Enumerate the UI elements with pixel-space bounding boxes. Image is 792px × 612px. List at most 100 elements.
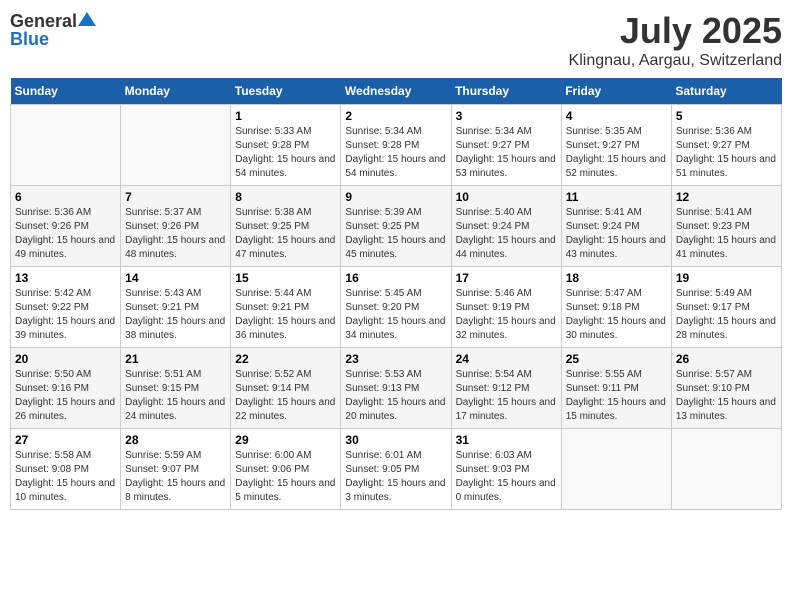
day-info: Sunrise: 5:59 AM Sunset: 9:07 PM Dayligh… — [125, 449, 226, 505]
daylight-text: Daylight: 15 hours and 48 minutes. — [125, 235, 225, 260]
day-info: Sunrise: 5:55 AM Sunset: 9:11 PM Dayligh… — [566, 368, 667, 424]
calendar-cell: 3 Sunrise: 5:34 AM Sunset: 9:27 PM Dayli… — [451, 105, 561, 186]
sunset-text: Sunset: 9:25 PM — [345, 221, 419, 232]
day-info: Sunrise: 5:57 AM Sunset: 9:10 PM Dayligh… — [676, 368, 777, 424]
daylight-text: Daylight: 15 hours and 10 minutes. — [15, 478, 115, 503]
day-info: Sunrise: 5:42 AM Sunset: 9:22 PM Dayligh… — [15, 287, 116, 343]
day-number: 10 — [456, 190, 557, 204]
logo-blue-text: Blue — [10, 29, 49, 50]
sunrise-text: Sunrise: 5:42 AM — [15, 288, 91, 299]
sunrise-text: Sunrise: 5:49 AM — [676, 288, 752, 299]
sunset-text: Sunset: 9:26 PM — [125, 221, 199, 232]
day-number: 31 — [456, 433, 557, 447]
day-number: 7 — [125, 190, 226, 204]
day-info: Sunrise: 5:51 AM Sunset: 9:15 PM Dayligh… — [125, 368, 226, 424]
sunrise-text: Sunrise: 5:36 AM — [15, 207, 91, 218]
sunrise-text: Sunrise: 5:55 AM — [566, 369, 642, 380]
day-info: Sunrise: 6:00 AM Sunset: 9:06 PM Dayligh… — [235, 449, 336, 505]
calendar-cell — [11, 105, 121, 186]
sunrise-text: Sunrise: 5:37 AM — [125, 207, 201, 218]
calendar-cell: 11 Sunrise: 5:41 AM Sunset: 9:24 PM Dayl… — [561, 186, 671, 267]
sunrise-text: Sunrise: 5:51 AM — [125, 369, 201, 380]
day-number: 12 — [676, 190, 777, 204]
sunset-text: Sunset: 9:27 PM — [676, 140, 750, 151]
calendar-cell: 22 Sunrise: 5:52 AM Sunset: 9:14 PM Dayl… — [231, 348, 341, 429]
day-info: Sunrise: 5:50 AM Sunset: 9:16 PM Dayligh… — [15, 368, 116, 424]
sunrise-text: Sunrise: 5:44 AM — [235, 288, 311, 299]
sunrise-text: Sunrise: 5:45 AM — [345, 288, 421, 299]
calendar-cell: 28 Sunrise: 5:59 AM Sunset: 9:07 PM Dayl… — [121, 429, 231, 510]
sunset-text: Sunset: 9:10 PM — [676, 383, 750, 394]
daylight-text: Daylight: 15 hours and 41 minutes. — [676, 235, 776, 260]
sunset-text: Sunset: 9:05 PM — [345, 464, 419, 475]
sunset-text: Sunset: 9:24 PM — [566, 221, 640, 232]
calendar-week-row: 6 Sunrise: 5:36 AM Sunset: 9:26 PM Dayli… — [11, 186, 782, 267]
calendar-cell: 15 Sunrise: 5:44 AM Sunset: 9:21 PM Dayl… — [231, 267, 341, 348]
day-number: 21 — [125, 352, 226, 366]
sunset-text: Sunset: 9:19 PM — [456, 302, 530, 313]
sunrise-text: Sunrise: 5:57 AM — [676, 369, 752, 380]
calendar-week-row: 13 Sunrise: 5:42 AM Sunset: 9:22 PM Dayl… — [11, 267, 782, 348]
day-number: 29 — [235, 433, 336, 447]
calendar-cell: 18 Sunrise: 5:47 AM Sunset: 9:18 PM Dayl… — [561, 267, 671, 348]
sunset-text: Sunset: 9:06 PM — [235, 464, 309, 475]
calendar-cell: 8 Sunrise: 5:38 AM Sunset: 9:25 PM Dayli… — [231, 186, 341, 267]
day-number: 22 — [235, 352, 336, 366]
sunset-text: Sunset: 9:20 PM — [345, 302, 419, 313]
daylight-text: Daylight: 15 hours and 47 minutes. — [235, 235, 335, 260]
sunrise-text: Sunrise: 5:59 AM — [125, 450, 201, 461]
daylight-text: Daylight: 15 hours and 39 minutes. — [15, 316, 115, 341]
daylight-text: Daylight: 15 hours and 44 minutes. — [456, 235, 556, 260]
day-number: 16 — [345, 271, 446, 285]
sunset-text: Sunset: 9:27 PM — [456, 140, 530, 151]
calendar-week-row: 20 Sunrise: 5:50 AM Sunset: 9:16 PM Dayl… — [11, 348, 782, 429]
day-info: Sunrise: 5:34 AM Sunset: 9:27 PM Dayligh… — [456, 125, 557, 181]
sunset-text: Sunset: 9:28 PM — [345, 140, 419, 151]
sunset-text: Sunset: 9:24 PM — [456, 221, 530, 232]
day-info: Sunrise: 5:36 AM Sunset: 9:26 PM Dayligh… — [15, 206, 116, 262]
daylight-text: Daylight: 15 hours and 34 minutes. — [345, 316, 445, 341]
day-number: 27 — [15, 433, 116, 447]
calendar-cell: 1 Sunrise: 5:33 AM Sunset: 9:28 PM Dayli… — [231, 105, 341, 186]
day-number: 14 — [125, 271, 226, 285]
calendar-cell: 31 Sunrise: 6:03 AM Sunset: 9:03 PM Dayl… — [451, 429, 561, 510]
sunset-text: Sunset: 9:28 PM — [235, 140, 309, 151]
sunset-text: Sunset: 9:12 PM — [456, 383, 530, 394]
calendar-cell: 23 Sunrise: 5:53 AM Sunset: 9:13 PM Dayl… — [341, 348, 451, 429]
calendar-cell: 7 Sunrise: 5:37 AM Sunset: 9:26 PM Dayli… — [121, 186, 231, 267]
day-info: Sunrise: 5:45 AM Sunset: 9:20 PM Dayligh… — [345, 287, 446, 343]
calendar-cell — [121, 105, 231, 186]
day-info: Sunrise: 5:49 AM Sunset: 9:17 PM Dayligh… — [676, 287, 777, 343]
logo: General Blue — [10, 10, 97, 50]
sunrise-text: Sunrise: 5:33 AM — [235, 126, 311, 137]
day-info: Sunrise: 5:34 AM Sunset: 9:28 PM Dayligh… — [345, 125, 446, 181]
calendar-cell: 14 Sunrise: 5:43 AM Sunset: 9:21 PM Dayl… — [121, 267, 231, 348]
sunset-text: Sunset: 9:11 PM — [566, 383, 639, 394]
daylight-text: Daylight: 15 hours and 15 minutes. — [566, 397, 666, 422]
day-number: 30 — [345, 433, 446, 447]
day-info: Sunrise: 5:43 AM Sunset: 9:21 PM Dayligh… — [125, 287, 226, 343]
daylight-text: Daylight: 15 hours and 54 minutes. — [235, 154, 335, 179]
sunrise-text: Sunrise: 5:52 AM — [235, 369, 311, 380]
calendar-cell: 25 Sunrise: 5:55 AM Sunset: 9:11 PM Dayl… — [561, 348, 671, 429]
day-number: 6 — [15, 190, 116, 204]
daylight-text: Daylight: 15 hours and 54 minutes. — [345, 154, 445, 179]
sunset-text: Sunset: 9:21 PM — [235, 302, 309, 313]
sunrise-text: Sunrise: 5:46 AM — [456, 288, 532, 299]
sunset-text: Sunset: 9:03 PM — [456, 464, 530, 475]
daylight-text: Daylight: 15 hours and 26 minutes. — [15, 397, 115, 422]
day-header-tuesday: Tuesday — [231, 78, 341, 105]
day-info: Sunrise: 6:03 AM Sunset: 9:03 PM Dayligh… — [456, 449, 557, 505]
day-number: 1 — [235, 109, 336, 123]
sunset-text: Sunset: 9:25 PM — [235, 221, 309, 232]
sunrise-text: Sunrise: 5:54 AM — [456, 369, 532, 380]
daylight-text: Daylight: 15 hours and 36 minutes. — [235, 316, 335, 341]
day-info: Sunrise: 5:39 AM Sunset: 9:25 PM Dayligh… — [345, 206, 446, 262]
day-number: 3 — [456, 109, 557, 123]
day-number: 17 — [456, 271, 557, 285]
calendar-table: SundayMondayTuesdayWednesdayThursdayFrid… — [10, 78, 782, 510]
daylight-text: Daylight: 15 hours and 3 minutes. — [345, 478, 445, 503]
sunset-text: Sunset: 9:14 PM — [235, 383, 309, 394]
sunset-text: Sunset: 9:13 PM — [345, 383, 419, 394]
logo-icon — [78, 10, 96, 28]
